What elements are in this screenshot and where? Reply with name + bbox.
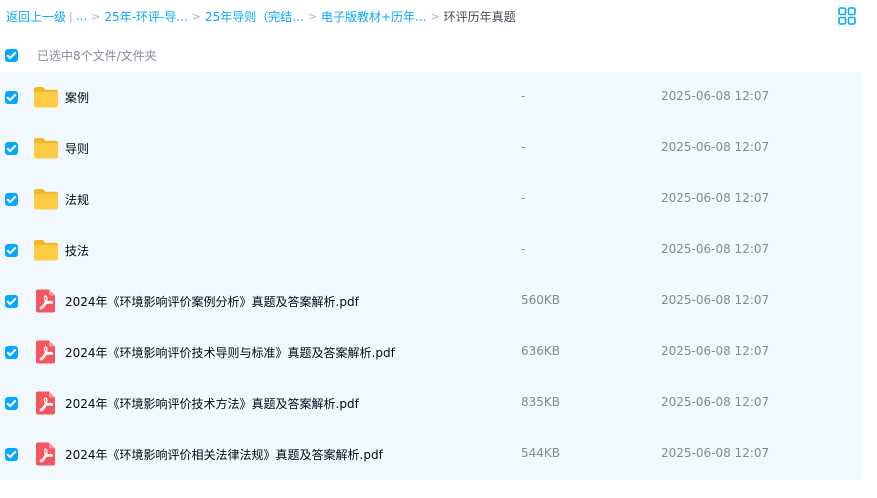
breadcrumb-item[interactable]: 25年-环评-导... xyxy=(104,8,187,25)
file-row[interactable]: 2024年《环境影响评价相关法律法规》真题及答案解析.pdf 544KB 202… xyxy=(0,429,862,480)
file-row[interactable]: 法规 - 2025-06-08 12:07 xyxy=(0,174,862,225)
file-size: - xyxy=(521,140,526,154)
pdf-icon xyxy=(33,289,59,313)
grid-view-icon xyxy=(838,7,856,25)
file-name[interactable]: 2024年《环境影响评价技术导则与标准》真题及答案解析.pdf xyxy=(65,344,395,361)
file-name[interactable]: 法规 xyxy=(65,191,89,208)
pdf-icon xyxy=(33,442,59,466)
breadcrumb-separator: > xyxy=(430,9,440,23)
selection-count-text: 已选中8个文件/文件夹 xyxy=(37,48,157,63)
file-size: - xyxy=(521,242,526,256)
row-checkbox[interactable] xyxy=(5,142,18,155)
file-browser: 返回上一级 | ... > 25年-环评-导... > 25年导则（完结... … xyxy=(0,0,877,498)
file-size: 560KB xyxy=(521,293,561,307)
breadcrumb-separator: > xyxy=(191,9,201,23)
file-row[interactable]: 2024年《环境影响评价技术方法》真题及答案解析.pdf 835KB 2025-… xyxy=(0,378,862,429)
file-row[interactable]: 技法 - 2025-06-08 12:07 xyxy=(0,225,862,276)
breadcrumb-ellipsis[interactable]: ... xyxy=(76,9,87,23)
file-size: 544KB xyxy=(521,446,561,460)
row-checkbox[interactable] xyxy=(5,91,18,104)
row-checkbox[interactable] xyxy=(5,448,18,461)
file-name[interactable]: 案例 xyxy=(65,89,89,106)
folder-icon xyxy=(33,187,59,211)
file-name[interactable]: 导则 xyxy=(65,140,89,157)
folder-icon xyxy=(33,136,59,160)
file-name[interactable]: 2024年《环境影响评价技术方法》真题及答案解析.pdf xyxy=(65,395,359,412)
row-checkbox[interactable] xyxy=(5,295,18,308)
file-name[interactable]: 技法 xyxy=(65,242,89,259)
file-size: 636KB xyxy=(521,344,561,358)
file-row[interactable]: 导则 - 2025-06-08 12:07 xyxy=(0,123,862,174)
folder-icon xyxy=(33,238,59,262)
file-row[interactable]: 2024年《环境影响评价案例分析》真题及答案解析.pdf 560KB 2025-… xyxy=(0,276,862,327)
breadcrumb: 返回上一级 | ... > 25年-环评-导... > 25年导则（完结... … xyxy=(6,7,516,25)
file-modified-date: 2025-06-08 12:07 xyxy=(661,293,770,307)
file-row[interactable]: 案例 - 2025-06-08 12:07 xyxy=(0,72,862,123)
selection-summary: 已选中8个文件/文件夹 xyxy=(0,44,877,66)
file-name[interactable]: 2024年《环境影响评价相关法律法规》真题及答案解析.pdf xyxy=(65,446,383,463)
row-checkbox[interactable] xyxy=(5,397,18,410)
file-size: - xyxy=(521,89,526,103)
back-link[interactable]: 返回上一级 xyxy=(6,8,66,25)
file-modified-date: 2025-06-08 12:07 xyxy=(661,140,770,154)
breadcrumb-current: 环评历年真题 xyxy=(443,9,516,24)
file-modified-date: 2025-06-08 12:07 xyxy=(661,191,770,205)
file-size: 835KB xyxy=(521,395,561,409)
row-checkbox[interactable] xyxy=(5,193,18,206)
file-modified-date: 2025-06-08 12:07 xyxy=(661,89,770,103)
row-checkbox[interactable] xyxy=(5,244,18,257)
file-modified-date: 2025-06-08 12:07 xyxy=(661,395,770,409)
row-checkbox[interactable] xyxy=(5,346,18,359)
breadcrumb-divider: | xyxy=(69,9,73,23)
file-list: 案例 - 2025-06-08 12:07 导则 - 2025-06-08 12… xyxy=(0,72,862,480)
pdf-icon xyxy=(33,340,59,364)
file-modified-date: 2025-06-08 12:07 xyxy=(661,446,770,460)
breadcrumb-item[interactable]: 25年导则（完结... xyxy=(205,8,304,25)
file-size: - xyxy=(521,191,526,205)
pdf-icon xyxy=(33,391,59,415)
file-modified-date: 2025-06-08 12:07 xyxy=(661,344,770,358)
breadcrumb-item[interactable]: 电子版教材+历年... xyxy=(321,8,427,25)
folder-icon xyxy=(33,85,59,109)
breadcrumb-separator: > xyxy=(307,9,317,23)
file-row[interactable]: 2024年《环境影响评价技术导则与标准》真题及答案解析.pdf 636KB 20… xyxy=(0,327,862,378)
grid-view-button[interactable] xyxy=(838,7,856,25)
breadcrumb-separator: > xyxy=(91,9,101,23)
file-name[interactable]: 2024年《环境影响评价案例分析》真题及答案解析.pdf xyxy=(65,293,359,310)
file-modified-date: 2025-06-08 12:07 xyxy=(661,242,770,256)
select-all-checkbox[interactable] xyxy=(5,48,18,62)
